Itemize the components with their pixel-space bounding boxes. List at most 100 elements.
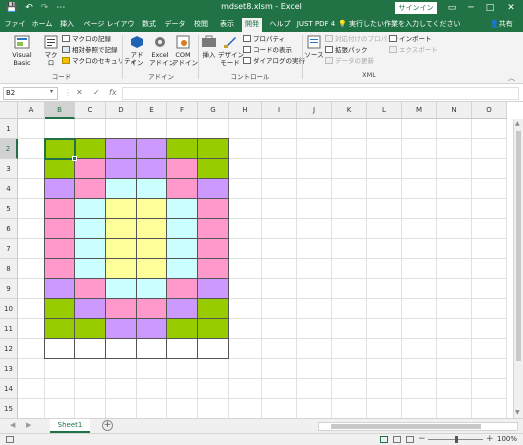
cell-e5[interactable] [137, 199, 167, 219]
row-header-11[interactable]: 11 [0, 319, 18, 339]
scroll-up-icon[interactable]: ▲ [515, 120, 520, 127]
cell-i12[interactable] [262, 339, 297, 359]
next-sheet-icon[interactable]: ▶ [26, 421, 31, 429]
row-header-9[interactable]: 9 [0, 279, 18, 299]
row-header-15[interactable]: 15 [0, 399, 18, 418]
zoom-out-button[interactable]: − [418, 434, 426, 444]
tab-data[interactable]: データ [164, 18, 186, 32]
cell-j12[interactable] [297, 339, 332, 359]
row-header-13[interactable]: 13 [0, 359, 18, 379]
cell-b12[interactable] [45, 339, 75, 359]
tab-page-layout[interactable]: ページ レイアウト [82, 18, 136, 41]
cell-h4[interactable] [229, 179, 262, 199]
relative-ref-button[interactable]: 相対参照で記録 [62, 46, 118, 55]
cell-f5[interactable] [167, 199, 198, 219]
cell-h9[interactable] [229, 279, 262, 299]
cell-l3[interactable] [367, 159, 402, 179]
row-header-2[interactable]: 2 [0, 139, 18, 159]
cell-d3[interactable] [106, 159, 137, 179]
cell-i15[interactable] [262, 399, 297, 418]
column-header-f[interactable]: F [167, 102, 198, 119]
cell-b3[interactable] [45, 159, 75, 179]
row-header-6[interactable]: 6 [0, 219, 18, 239]
cell-b6[interactable] [45, 219, 75, 239]
cell-e11[interactable] [137, 319, 167, 339]
cell-m3[interactable] [402, 159, 437, 179]
insert-control-button[interactable]: 挿入 [201, 35, 217, 59]
cell-m5[interactable] [402, 199, 437, 219]
cell-g14[interactable] [198, 379, 229, 399]
cell-o6[interactable] [472, 219, 507, 239]
cell-j8[interactable] [297, 259, 332, 279]
cell-h13[interactable] [229, 359, 262, 379]
cell-m6[interactable] [402, 219, 437, 239]
fill-handle[interactable] [72, 156, 77, 161]
cell-b8[interactable] [45, 259, 75, 279]
run-dialog-button[interactable]: ダイアログの実行 [243, 57, 305, 66]
cell-a9[interactable] [18, 279, 45, 299]
cell-g12[interactable] [198, 339, 229, 359]
cell-a15[interactable] [18, 399, 45, 418]
tab-file[interactable]: ファイル [2, 18, 28, 41]
cell-o5[interactable] [472, 199, 507, 219]
cell-c11[interactable] [75, 319, 106, 339]
cell-e9[interactable] [137, 279, 167, 299]
chevron-down-icon[interactable]: ▾ [50, 88, 53, 95]
cell-c1[interactable] [75, 119, 106, 139]
cell-k3[interactable] [332, 159, 367, 179]
macro-security-button[interactable]: マクロのセキュリティ [62, 57, 137, 66]
design-mode-button[interactable]: デザイン モード [218, 35, 244, 67]
cell-f11[interactable] [167, 319, 198, 339]
cell-f10[interactable] [167, 299, 198, 319]
cell-m14[interactable] [402, 379, 437, 399]
cell-a3[interactable] [18, 159, 45, 179]
cell-j10[interactable] [297, 299, 332, 319]
cell-l10[interactable] [367, 299, 402, 319]
row-header-7[interactable]: 7 [0, 239, 18, 259]
scroll-down-icon[interactable]: ▼ [515, 409, 520, 416]
cell-i14[interactable] [262, 379, 297, 399]
cell-m4[interactable] [402, 179, 437, 199]
column-header-e[interactable]: E [137, 102, 167, 119]
close-button[interactable]: ✕ [503, 1, 519, 15]
cell-m11[interactable] [402, 319, 437, 339]
cell-f9[interactable] [167, 279, 198, 299]
cell-g5[interactable] [198, 199, 229, 219]
cell-j14[interactable] [297, 379, 332, 399]
cell-j9[interactable] [297, 279, 332, 299]
worksheet-grid[interactable]: ABCDEFGHIJKLMNO1234567891011121314151617 [0, 102, 523, 418]
cell-o1[interactable] [472, 119, 507, 139]
share-button[interactable]: 👤共有 [490, 17, 513, 32]
cell-i13[interactable] [262, 359, 297, 379]
add-sheet-button[interactable]: + [102, 420, 113, 431]
cell-l8[interactable] [367, 259, 402, 279]
cell-l12[interactable] [367, 339, 402, 359]
page-layout-view-icon[interactable] [393, 436, 401, 443]
collapse-ribbon-icon[interactable]: ︿ [508, 73, 515, 83]
cell-b14[interactable] [45, 379, 75, 399]
cell-c5[interactable] [75, 199, 106, 219]
column-header-i[interactable]: I [262, 102, 297, 119]
cell-l14[interactable] [367, 379, 402, 399]
cell-c9[interactable] [75, 279, 106, 299]
minimize-button[interactable]: ─ [463, 1, 479, 15]
cell-b4[interactable] [45, 179, 75, 199]
row-header-1[interactable]: 1 [0, 119, 18, 139]
tab-insert[interactable]: 挿入 [58, 18, 76, 32]
cell-e4[interactable] [137, 179, 167, 199]
cell-l15[interactable] [367, 399, 402, 418]
cell-l13[interactable] [367, 359, 402, 379]
cell-c7[interactable] [75, 239, 106, 259]
cell-o10[interactable] [472, 299, 507, 319]
cell-n15[interactable] [437, 399, 472, 418]
cell-e6[interactable] [137, 219, 167, 239]
cell-f3[interactable] [167, 159, 198, 179]
cell-a7[interactable] [18, 239, 45, 259]
cell-a1[interactable] [18, 119, 45, 139]
cell-f14[interactable] [167, 379, 198, 399]
cell-g10[interactable] [198, 299, 229, 319]
zoom-slider-knob[interactable] [455, 436, 458, 443]
macro-recording-icon[interactable] [6, 436, 14, 443]
cell-o11[interactable] [472, 319, 507, 339]
column-header-l[interactable]: L [367, 102, 402, 119]
